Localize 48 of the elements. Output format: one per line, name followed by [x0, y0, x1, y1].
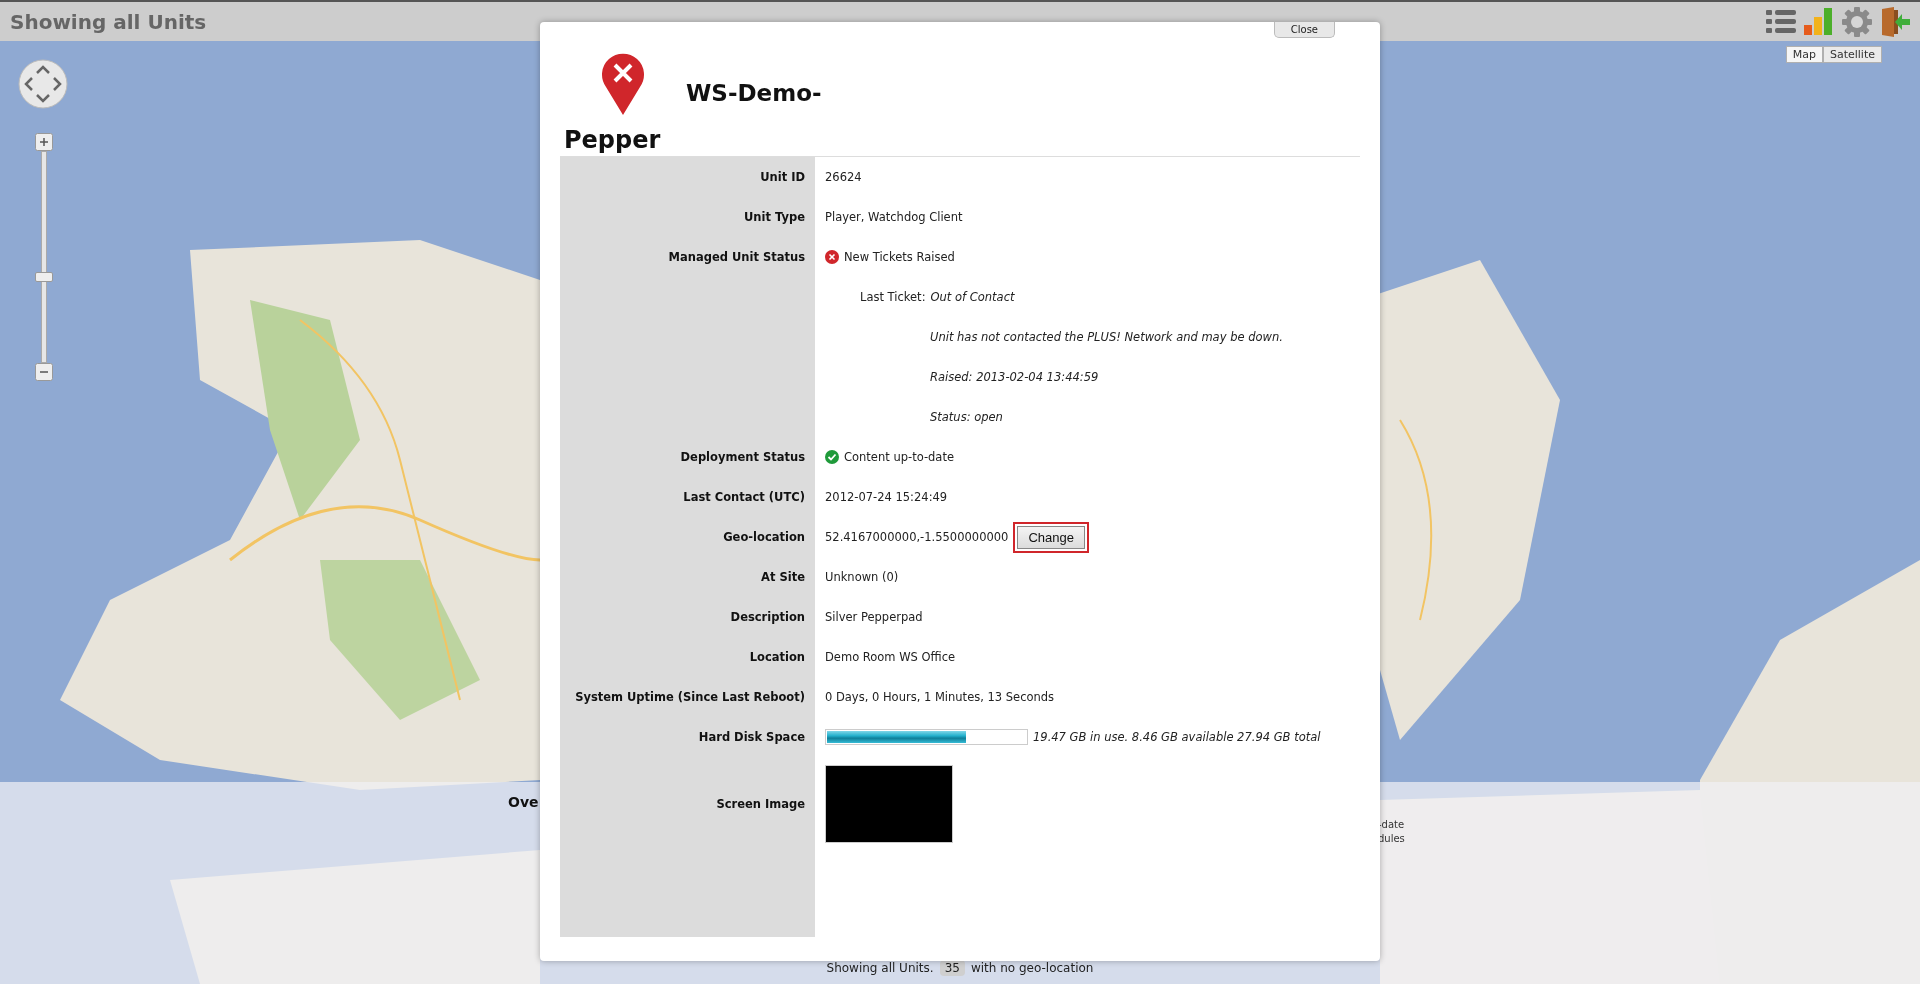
- field-label: Description: [730, 610, 805, 624]
- field-label: Geo-location: [723, 530, 805, 544]
- field-value: Silver Pepperpad: [825, 610, 923, 624]
- footer-text: with no geo-location: [970, 961, 1094, 975]
- error-icon: [825, 250, 839, 264]
- footer-text: Showing all Units.: [826, 961, 934, 975]
- map-type-button[interactable]: Map: [1785, 46, 1823, 63]
- zoom-out-icon[interactable]: [35, 363, 53, 381]
- ticket-title: Out of Contact: [930, 290, 1015, 304]
- field-label: Last Contact (UTC): [683, 490, 805, 504]
- field-label: Unit ID: [760, 170, 805, 184]
- ticket-detail: Raised: 2013-02-04 13:44:59: [930, 370, 1099, 384]
- map-type-button[interactable]: Satellite: [1822, 46, 1882, 63]
- disk-usage-text: 19.47 GB in use. 8.46 GB available 27.94 GB total: [1033, 730, 1321, 744]
- field-value: Content up-to-date: [844, 450, 954, 464]
- field-label: Location: [749, 650, 805, 664]
- ticket-detail: Status: open: [930, 410, 1003, 424]
- map-pin-icon: [600, 51, 646, 115]
- ticket-label: Last Ticket:: [860, 290, 926, 304]
- field-value: Demo Room WS Office: [825, 650, 956, 664]
- field-label: System Uptime (Since Last Reboot): [575, 690, 805, 704]
- field-value: Unknown (0): [825, 570, 899, 584]
- overview-heading: Ove: [508, 794, 539, 810]
- field-value: New Tickets Raised: [844, 250, 955, 264]
- field-label: Managed Unit Status: [668, 250, 805, 264]
- unit-name: WS-Demo-: [686, 80, 822, 106]
- exit-door-icon[interactable]: [1880, 6, 1910, 37]
- list-icon[interactable]: [1766, 8, 1796, 35]
- field-label: Deployment Status: [680, 450, 805, 464]
- field-label: Unit Type: [744, 210, 805, 224]
- page-title: Showing all Units: [10, 9, 207, 34]
- field-label: At Site: [761, 570, 805, 584]
- zoom-in-icon[interactable]: [35, 133, 53, 151]
- field-value: 52.4167000000,-1.5500000000: [825, 530, 1009, 544]
- zoom-slider-thumb[interactable]: [35, 272, 53, 282]
- field-value: Player, Watchdog Client: [825, 210, 963, 224]
- field-label: Hard Disk Space: [698, 730, 805, 744]
- field-label: Screen Image: [716, 797, 805, 811]
- check-icon: [825, 450, 839, 464]
- field-value: 2012-07-24 15:24:49: [825, 490, 948, 504]
- change-button[interactable]: Change: [1017, 525, 1085, 549]
- overview-text: -date: [1378, 819, 1405, 830]
- bar-chart-icon[interactable]: [1804, 6, 1834, 37]
- field-value: 0 Days, 0 Hours, 1 Minutes, 13 Seconds: [825, 690, 1055, 704]
- field-value: 26624: [825, 170, 862, 184]
- close-button[interactable]: Close: [1273, 22, 1335, 38]
- ticket-detail: Unit has not contacted the PLUS! Network and may be down.: [930, 330, 1283, 344]
- pan-control-icon[interactable]: [18, 59, 68, 109]
